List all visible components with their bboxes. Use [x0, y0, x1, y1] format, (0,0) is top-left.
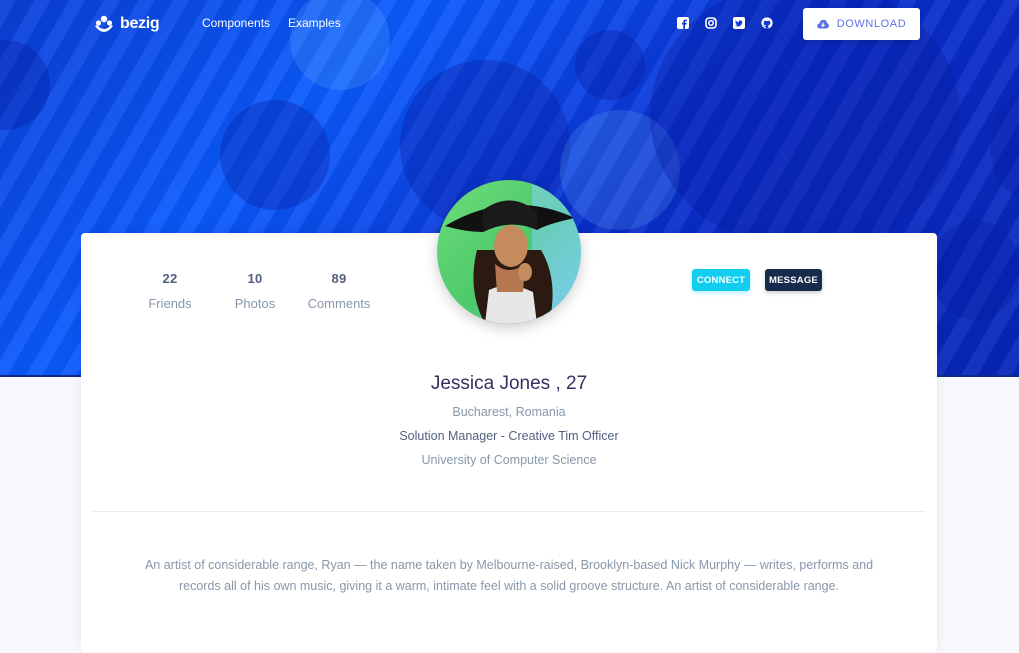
instagram-icon[interactable] [705, 17, 717, 29]
stat-photos: 10 Photos [215, 271, 295, 311]
navbar: bezig Components Examples DOWNLOAD [0, 0, 1019, 48]
stat-comments: 89 Comments [299, 271, 379, 311]
download-label: DOWNLOAD [836, 18, 907, 30]
stat-value: 10 [247, 271, 263, 286]
profile-name: Jessica Jones , 27 [430, 373, 588, 394]
download-button[interactable]: DOWNLOAD [803, 8, 920, 40]
connect-button[interactable]: CONNECT [692, 269, 750, 291]
avatar[interactable] [437, 180, 581, 324]
nav-link-examples[interactable]: Examples [288, 16, 341, 30]
profile-location: Bucharest, Romania [452, 405, 566, 419]
nav-link-components[interactable]: Components [202, 16, 270, 30]
stat-value: 22 [162, 271, 178, 286]
stat-label: Photos [234, 296, 276, 311]
brand-logo[interactable]: bezig [92, 12, 160, 36]
brand-name: bezig [120, 15, 160, 32]
twitter-icon[interactable] [733, 17, 745, 29]
hero-bubble [930, 220, 1019, 320]
profile-bio: An artist of considerable range, Ryan — … [144, 558, 874, 593]
stat-label: Friends [148, 296, 192, 311]
github-icon[interactable] [761, 17, 773, 29]
stat-value: 89 [331, 271, 347, 286]
stat-label: Comments [307, 296, 371, 311]
avatar-image [437, 180, 581, 324]
profile-education: University of Computer Science [421, 453, 597, 467]
brand-icon [95, 15, 113, 32]
divider [93, 511, 925, 512]
stat-friends: 22 Friends [130, 271, 210, 311]
profile-job: Solution Manager - Creative Tim Officer [399, 429, 619, 443]
facebook-icon[interactable] [677, 17, 689, 29]
hero-bubble [220, 100, 330, 210]
cloud-download-icon [816, 19, 829, 29]
message-button[interactable]: MESSAGE [765, 269, 822, 291]
